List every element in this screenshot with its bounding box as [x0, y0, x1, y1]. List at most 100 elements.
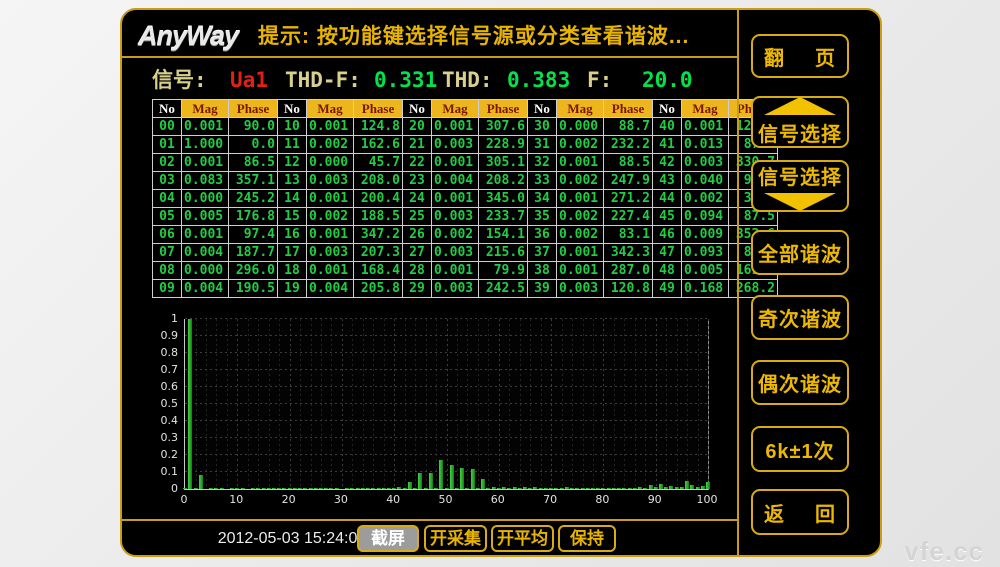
start-acquisition-button[interactable]: 开采集	[424, 525, 487, 552]
harmonic-no: 21	[403, 136, 432, 154]
harmonic-no: 47	[653, 244, 682, 262]
col-header-mag: Mag	[432, 100, 479, 118]
harmonic-phase: 347.2	[354, 226, 403, 244]
harmonic-no: 32	[528, 154, 557, 172]
gridline-minor	[227, 319, 228, 489]
gridline-minor	[624, 319, 625, 489]
page-turn-button[interactable]: 翻页	[751, 34, 849, 78]
harmonic-mag: 0.003	[432, 208, 479, 226]
harmonic-phase: 247.9	[604, 172, 653, 190]
chart-bar	[523, 487, 527, 489]
harmonic-no: 28	[403, 262, 432, 280]
signal-select-down-button[interactable]: 信号选择	[751, 160, 849, 212]
harmonic-no: 11	[278, 136, 307, 154]
chart-bar	[267, 488, 271, 489]
gridline-minor	[677, 319, 678, 489]
harmonic-no: 16	[278, 226, 307, 244]
chart-bar	[408, 482, 412, 489]
harmonic-mag: 0.002	[307, 136, 354, 154]
all-harmonics-button[interactable]: 全部谐波	[751, 230, 849, 275]
button-label: 全部谐波	[758, 238, 842, 267]
harmonic-mag: 0.001	[307, 226, 354, 244]
chart-bar	[345, 488, 349, 489]
chart-bar	[690, 485, 694, 489]
harmonic-mag: 0.002	[682, 190, 729, 208]
col-header-phase: Phase	[354, 100, 403, 118]
harmonic-no: 35	[528, 208, 557, 226]
chart-bar	[659, 484, 663, 489]
header-divider	[122, 56, 738, 58]
x-tick-label: 30	[324, 493, 358, 506]
table-row: 080.000296.0180.001168.4280.00179.9380.0…	[153, 262, 778, 280]
chart-bar	[513, 487, 517, 489]
col-header-phase: Phase	[604, 100, 653, 118]
harmonic-phase: 190.5	[229, 280, 278, 298]
col-header-phase: Phase	[229, 100, 278, 118]
gridline-minor	[206, 319, 207, 489]
6k-plus-minus-1-button[interactable]: 6k±1次	[751, 426, 849, 472]
x-tick-label: 10	[219, 493, 253, 506]
chart-bar	[586, 488, 590, 489]
hold-button[interactable]: 保持	[558, 525, 616, 552]
harmonic-no: 17	[278, 244, 307, 262]
harmonic-no: 41	[653, 136, 682, 154]
harmonic-spectrum-chart	[184, 319, 709, 490]
col-header-no: No	[528, 100, 557, 118]
table-row: 060.00197.4160.001347.2260.002154.1360.0…	[153, 226, 778, 244]
signal-value: Ua1	[230, 64, 268, 96]
harmonic-phase: 188.5	[354, 208, 403, 226]
gridline-minor	[572, 319, 573, 489]
harmonic-no: 10	[278, 118, 307, 136]
harmonic-mag: 0.001	[307, 262, 354, 280]
return-button[interactable]: 返回	[751, 489, 849, 535]
signal-select-up-button[interactable]: 信号选择	[751, 96, 849, 148]
table-row: 020.00186.5120.00045.7220.001305.1320.00…	[153, 154, 778, 172]
gridline-minor	[467, 319, 468, 489]
harmonic-phase: 124.8	[354, 118, 403, 136]
harmonic-no: 29	[403, 280, 432, 298]
harmonic-mag: 0.001	[557, 190, 604, 208]
chart-bar	[397, 487, 401, 489]
chart-bar	[481, 479, 485, 489]
chart-bar	[643, 488, 647, 489]
gridline-v	[394, 319, 395, 489]
even-harmonics-button[interactable]: 偶次谐波	[751, 360, 849, 405]
odd-harmonics-button[interactable]: 奇次谐波	[751, 295, 849, 340]
x-tick-label: 50	[429, 493, 463, 506]
chart-bar	[549, 488, 553, 489]
chart-bar	[581, 488, 585, 489]
start-averaging-button[interactable]: 开平均	[491, 525, 554, 552]
chart-bar	[230, 488, 234, 489]
harmonic-phase: 200.4	[354, 190, 403, 208]
chart-bar	[272, 488, 276, 489]
harmonic-mag: 0.009	[682, 226, 729, 244]
harmonic-mag: 0.168	[682, 280, 729, 298]
gridline-minor	[311, 319, 312, 489]
harmonic-mag: 0.001	[557, 244, 604, 262]
harmonic-no: 30	[528, 118, 557, 136]
harmonic-no: 08	[153, 262, 182, 280]
gridline-minor	[645, 319, 646, 489]
harmonic-no: 39	[528, 280, 557, 298]
freq-label: F:	[587, 64, 612, 96]
gridline-minor	[436, 319, 437, 489]
x-tick-label: 100	[690, 493, 724, 506]
harmonic-phase: 86.5	[229, 154, 278, 172]
chart-bar	[371, 488, 375, 489]
y-tick-label: 0.5	[142, 397, 178, 410]
gridline-minor	[562, 319, 563, 489]
chart-bar	[622, 488, 626, 489]
table-row: 070.004187.7170.003207.3270.003215.6370.…	[153, 244, 778, 262]
button-label: 信号选择	[758, 161, 842, 190]
harmonic-no: 40	[653, 118, 682, 136]
screenshot-button[interactable]: 截屏	[357, 525, 419, 552]
harmonic-no: 46	[653, 226, 682, 244]
harmonic-mag: 0.001	[182, 154, 229, 172]
chart-bar	[706, 482, 710, 489]
harmonic-mag: 0.004	[182, 244, 229, 262]
harmonic-mag: 0.003	[682, 154, 729, 172]
gridline-minor	[258, 319, 259, 489]
chart-bar	[701, 486, 705, 489]
harmonic-mag: 0.002	[557, 226, 604, 244]
harmonic-no: 13	[278, 172, 307, 190]
